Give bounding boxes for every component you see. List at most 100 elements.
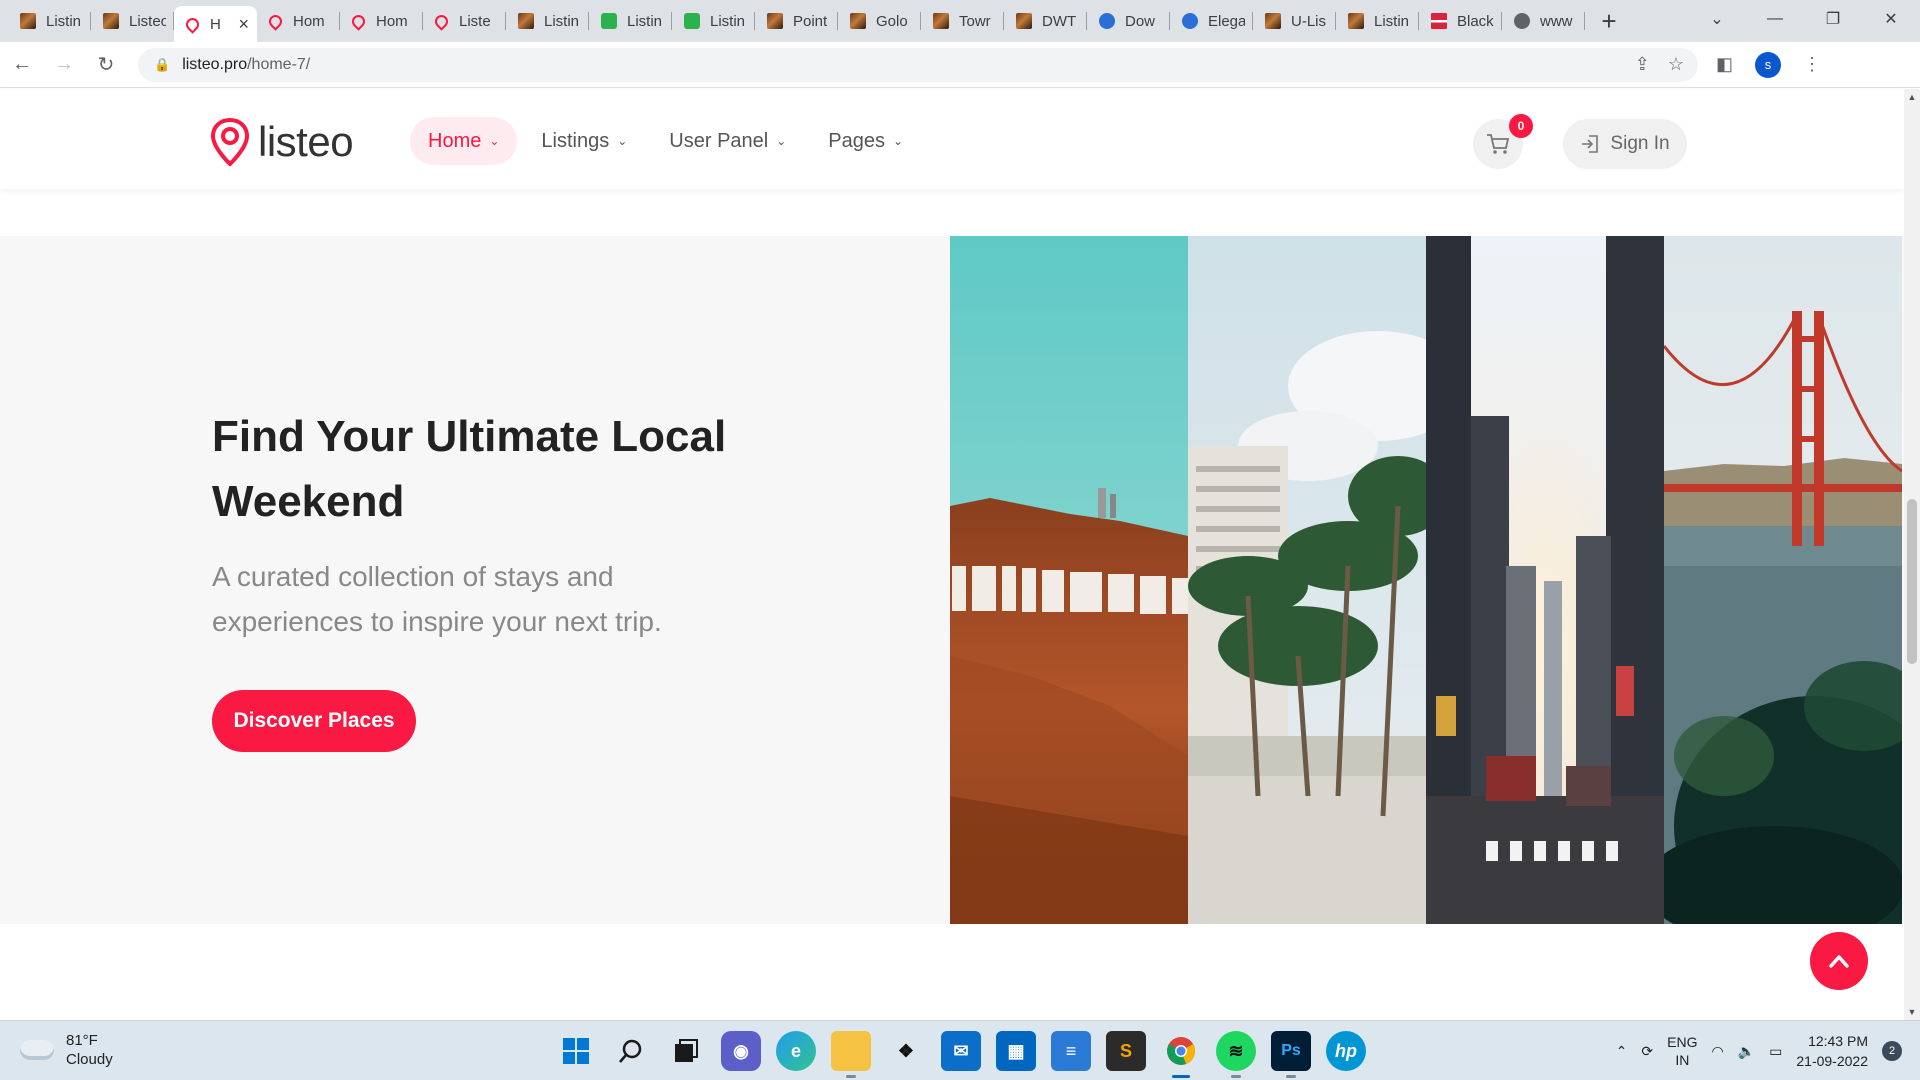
browser-tab[interactable]: Hom — [257, 0, 340, 42]
side-panel-icon[interactable]: ◧ — [1716, 54, 1733, 75]
new-tab-button[interactable]: + — [1591, 3, 1627, 39]
browser-tab[interactable]: Golo — [838, 0, 921, 42]
running-indicator — [1231, 1075, 1241, 1078]
minimize-button[interactable]: — — [1746, 10, 1804, 28]
sign-in-icon — [1582, 135, 1599, 153]
scroll-up-arrow-icon[interactable]: ▲ — [1904, 89, 1920, 105]
close-window-button[interactable]: ✕ — [1862, 9, 1920, 29]
scroll-down-arrow-icon[interactable]: ▼ — [1904, 1004, 1920, 1020]
lock-icon[interactable]: 🔒 — [154, 57, 170, 73]
notification-count-badge[interactable]: 2 — [1882, 1041, 1902, 1061]
browser-tab-label: Listin — [46, 12, 82, 30]
site-logo[interactable]: listeo — [210, 118, 354, 166]
browser-tab[interactable]: Liste — [423, 0, 506, 42]
windows-taskbar: 81°F Cloudy ◉ e ❖ ✉ ▦ ≡ S ≋ Ps hp ⌃ ⟳ EN… — [0, 1020, 1920, 1080]
browser-tab[interactable]: Hom — [340, 0, 423, 42]
browser-tab[interactable]: Point — [755, 0, 838, 42]
pin-favicon-icon — [349, 11, 368, 31]
browser-tab-label: H — [210, 15, 221, 33]
browser-tab[interactable]: www — [1502, 0, 1585, 42]
file-explorer-icon[interactable] — [831, 1031, 871, 1078]
weather-temperature: 81°F — [66, 1032, 98, 1049]
browser-tab-label: Towr — [959, 12, 991, 30]
hero-image-palms — [1188, 236, 1426, 924]
system-tray: ⌃ ⟳ ENG IN ◠ 🔈 ▭ 12:43 PM 21-09-2022 2 — [1616, 1021, 1920, 1080]
running-indicator — [1286, 1075, 1296, 1078]
hero-image-golden-gate — [1664, 236, 1902, 924]
windows-start-icon[interactable] — [556, 1031, 596, 1071]
dropbox-icon[interactable]: ❖ — [886, 1031, 926, 1071]
language-code: ENG — [1667, 1034, 1698, 1050]
book-favicon-icon — [1348, 13, 1364, 29]
browser-tab[interactable]: Dow — [1087, 0, 1170, 42]
nav-home[interactable]: Home ⌄ — [410, 117, 518, 165]
hp-icon[interactable]: hp — [1326, 1031, 1366, 1071]
back-button[interactable]: ← — [2, 45, 42, 85]
nav-user-panel[interactable]: User Panel ⌄ — [651, 117, 804, 165]
profile-avatar[interactable]: s — [1755, 51, 1782, 78]
weather-widget[interactable]: 81°F Cloudy — [20, 1031, 113, 1069]
hero-image-hollywood — [950, 236, 1188, 924]
share-icon[interactable]: ⇪ — [1635, 54, 1650, 75]
notepad-icon[interactable]: ≡ — [1051, 1031, 1091, 1071]
browser-tab[interactable]: U-Lis — [1253, 0, 1336, 42]
restore-button[interactable]: ❐ — [1804, 9, 1862, 29]
flag-favicon-icon — [1431, 13, 1447, 29]
browser-tab-label: DWT — [1042, 12, 1077, 30]
reload-button[interactable]: ↻ — [86, 45, 126, 85]
browser-tab-label: Golo — [876, 12, 908, 30]
photoshop-icon[interactable]: Ps — [1271, 1031, 1311, 1078]
browser-tab-label: www — [1540, 12, 1573, 30]
browser-tab-label: Liste — [459, 12, 491, 30]
book-favicon-icon — [933, 13, 949, 29]
sync-icon[interactable]: ⟳ — [1641, 1043, 1653, 1060]
chrome-icon[interactable] — [1161, 1031, 1201, 1078]
address-bar[interactable]: 🔒 listeo.pro/home-7/ ⇪ ☆ — [138, 47, 1698, 82]
pin-favicon-icon — [432, 11, 451, 31]
volume-icon[interactable]: 🔈 — [1738, 1043, 1755, 1060]
mail-icon[interactable]: ✉ — [941, 1031, 981, 1071]
book-favicon-icon — [20, 13, 36, 29]
language-indicator[interactable]: ENG IN — [1667, 1033, 1697, 1069]
book-favicon-icon — [518, 13, 534, 29]
browser-tab-label: U-Lis — [1291, 12, 1327, 30]
browser-tab-label: Listin — [544, 12, 580, 30]
browser-tab[interactable]: DWT — [1004, 0, 1087, 42]
browser-tab[interactable]: Black — [1419, 0, 1502, 42]
running-indicator — [846, 1075, 856, 1078]
browser-tab[interactable]: Listeo — [91, 0, 174, 42]
nav-listings[interactable]: Listings ⌄ — [523, 117, 645, 165]
browser-tab[interactable]: Listin — [506, 0, 589, 42]
edge-icon[interactable]: e — [776, 1031, 816, 1071]
menu-kebab-icon[interactable]: ⋮ — [1803, 54, 1821, 75]
browser-tab[interactable]: Elega — [1170, 0, 1253, 42]
spotify-icon[interactable]: ≋ — [1216, 1031, 1256, 1078]
store-icon[interactable]: ▦ — [996, 1031, 1036, 1071]
close-tab-icon[interactable]: × — [238, 14, 249, 35]
battery-icon[interactable]: ▭ — [1769, 1043, 1782, 1060]
bookmark-star-icon[interactable]: ☆ — [1668, 54, 1684, 75]
browser-tab[interactable]: Towr — [921, 0, 1004, 42]
forward-button[interactable]: → — [44, 45, 84, 85]
show-hidden-icons-chevron-icon[interactable]: ⌃ — [1616, 1043, 1628, 1060]
discover-places-button[interactable]: Discover Places — [212, 690, 416, 752]
tab-search-icon[interactable]: ⌄ — [1688, 9, 1746, 29]
scroll-to-top-button[interactable] — [1810, 932, 1868, 990]
browser-tab[interactable]: Listin — [1336, 0, 1419, 42]
sublime-text-icon[interactable]: S — [1106, 1031, 1146, 1071]
sign-in-button[interactable]: Sign In — [1563, 119, 1687, 169]
nav-pages[interactable]: Pages ⌄ — [810, 117, 921, 165]
browser-tab-active[interactable]: H × — [174, 6, 257, 42]
weather-description: Cloudy — [66, 1051, 113, 1068]
scrollbar-thumb[interactable] — [1907, 499, 1917, 664]
browser-tab-label: Listin — [627, 12, 663, 30]
teams-chat-icon[interactable]: ◉ — [721, 1031, 761, 1071]
browser-tab[interactable]: Listin — [589, 0, 672, 42]
task-view-icon[interactable] — [666, 1031, 706, 1071]
browser-tab[interactable]: Listin — [672, 0, 755, 42]
clock[interactable]: 12:43 PM 21-09-2022 — [1796, 1031, 1868, 1071]
browser-tab[interactable]: Listin — [8, 0, 91, 42]
wifi-icon[interactable]: ◠ — [1711, 1043, 1723, 1060]
page-scrollbar[interactable]: ▲ ▼ — [1904, 89, 1920, 1020]
search-icon[interactable] — [611, 1031, 651, 1071]
